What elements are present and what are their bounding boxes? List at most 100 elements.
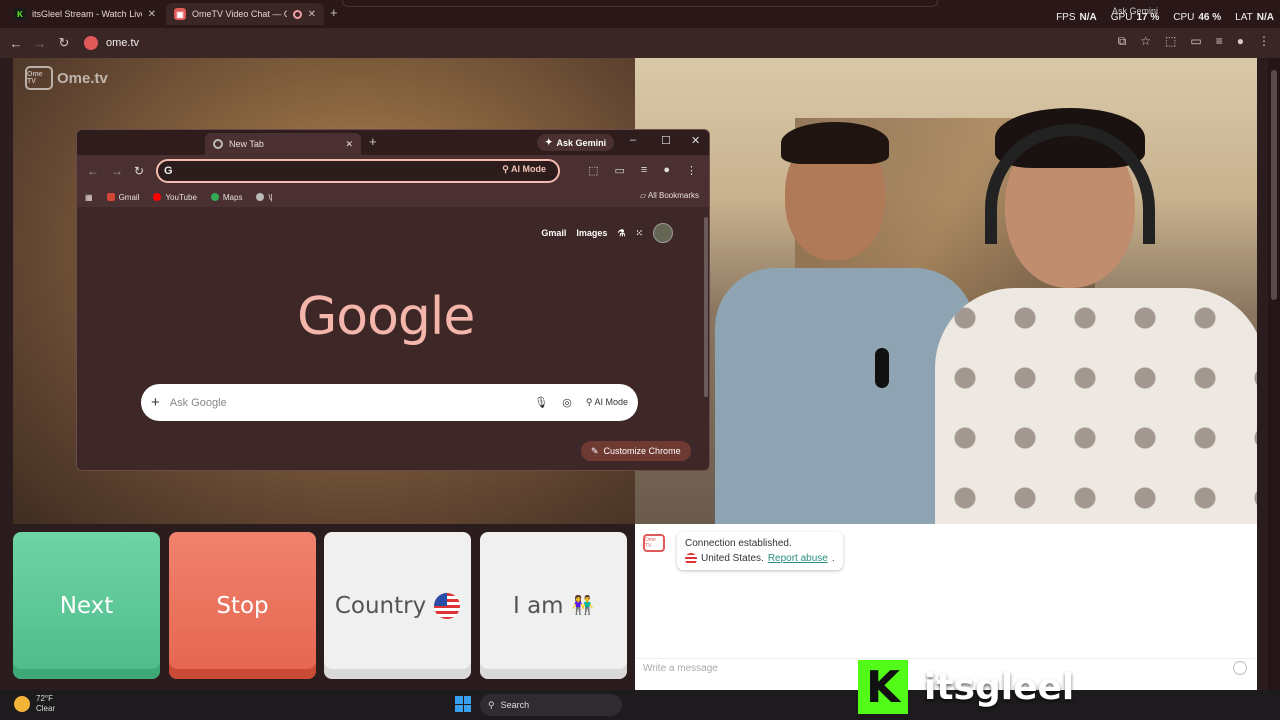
tab-ometv[interactable]: ▣ OmeTV Video Chat — Ome ✕ [166, 3, 324, 25]
page-scroll-thumb[interactable] [1271, 70, 1277, 300]
ometv-chat-icon: Ome TV [643, 534, 665, 552]
media-icon[interactable]: ≡ [1216, 34, 1223, 49]
reload-icon[interactable]: ↻ [134, 164, 144, 178]
all-bookmarks-button[interactable]: ▱ All Bookmarks [640, 191, 699, 200]
images-link[interactable]: Images [576, 228, 607, 238]
overlay-tabstrip: New Tab ✕ + ✦ Ask Gemini – ☐ ✕ [77, 130, 709, 155]
google-apps-icon[interactable]: ⁙ [635, 228, 643, 239]
gmail-link[interactable]: Gmail [541, 228, 566, 238]
overlay-omnibox[interactable]: G ⚲ AI Mode [156, 159, 560, 183]
microphone-icon[interactable]: 🎙 [534, 396, 548, 409]
fps-stat: FPS N/A [1056, 12, 1097, 23]
kick-logo-icon: K [858, 660, 908, 714]
sidepanel-icon[interactable]: ▭ [1190, 34, 1201, 49]
close-tab-icon[interactable]: ✕ [345, 139, 353, 150]
weather-sun-icon [14, 696, 30, 712]
search-icon: ⚲ [488, 699, 495, 710]
emoji-icon[interactable] [1233, 661, 1247, 675]
windows-start-icon[interactable] [455, 696, 471, 712]
back-icon[interactable]: ← [87, 164, 99, 178]
close-tab-icon[interactable]: ✕ [308, 9, 316, 20]
tab-itsgleel-stream[interactable]: K itsGleel Stream - Watch Live on ✕ [6, 3, 164, 25]
site-info-icon[interactable] [84, 36, 98, 50]
forward-icon[interactable]: → [111, 164, 123, 178]
next-button[interactable]: Next [13, 532, 160, 679]
gemini-icon: ✦ [545, 137, 553, 147]
microphone [875, 348, 889, 388]
bookmark-gmail[interactable]: Gmail [106, 193, 139, 202]
overlay-scroll-thumb[interactable] [704, 217, 708, 397]
taskbar-search[interactable]: ⚲ Search [480, 694, 622, 716]
streamer-name: itsgleel [924, 666, 1075, 708]
overlay-tab-newtab[interactable]: New Tab ✕ [205, 133, 361, 155]
google-search-box[interactable]: + Ask Google 🎙 ◎ ⚲ AI Mode [141, 384, 638, 421]
omnibox-ai-mode-button[interactable]: ⚲ AI Mode [496, 164, 552, 179]
tab-title: OmeTV Video Chat — Ome [192, 9, 287, 19]
new-tab-page: Gmail Images ⚗ ⁙ Google + Ask Google 🎙 ◎… [77, 207, 703, 470]
gender-button[interactable]: I am 👫 [480, 532, 627, 679]
apps-grid-icon[interactable]: ▦ [85, 193, 93, 202]
menu-icon[interactable]: ⋮ [1258, 34, 1270, 49]
country-button[interactable]: Country [324, 532, 471, 679]
extensions-icon[interactable]: ⬚ [1165, 34, 1176, 49]
us-flag-icon [685, 552, 697, 565]
profile-icon[interactable]: ● [663, 164, 670, 177]
sparkle-search-icon: ⚲ [502, 164, 511, 174]
new-tab-button[interactable]: + [330, 5, 338, 20]
windows-taskbar: 72°F Clear ⚲ Search [0, 690, 1280, 720]
tab-search-hint [342, 0, 938, 7]
bookmark-maps[interactable]: Maps [210, 193, 242, 202]
minimize-icon[interactable]: – [630, 134, 636, 146]
ask-gemini-button[interactable]: ✦ Ask Gemini [537, 134, 615, 151]
bookmark-youtube[interactable]: YouTube [153, 193, 197, 202]
reload-icon[interactable]: ↻ [52, 35, 76, 51]
maps-pin-icon [210, 193, 219, 201]
google-g-icon: G [164, 165, 173, 177]
overlay-tab-title: New Tab [229, 139, 264, 149]
close-tab-icon[interactable]: ✕ [148, 9, 156, 20]
google-icon [256, 193, 265, 201]
streamer-watermark: K itsgleel [858, 660, 1074, 714]
search-ai-mode-button[interactable]: ⚲ AI Mode [586, 397, 628, 408]
labs-flask-icon[interactable]: ⚗ [617, 228, 625, 239]
ometv-logo[interactable]: Ome TV Ome.tv [25, 66, 108, 90]
browser-toolbar: ← → ↻ ome.tv ⧉ ☆ ⬚ ▭ ≡ ● ⋮ [0, 28, 1280, 58]
perf-overlay: FPS N/A GPU 17 % CPU 46 % LAT N/A [1056, 12, 1274, 23]
folder-icon: ▱ [639, 191, 648, 200]
plus-icon[interactable]: + [151, 394, 160, 411]
overlay-scrollbar[interactable] [703, 207, 709, 470]
temperature: 72°F [36, 694, 53, 703]
install-icon[interactable]: ⧉ [1118, 34, 1127, 49]
bookmark-google[interactable]: \| [256, 193, 273, 202]
overlay-new-tab-button[interactable]: + [369, 134, 377, 149]
media-icon[interactable]: ≡ [641, 164, 647, 177]
system-message: Connection established. United States. R… [677, 532, 843, 570]
shirt-pattern [935, 288, 1257, 524]
overlay-browser-window[interactable]: New Tab ✕ + ✦ Ask Gemini – ☐ ✕ ← → ↻ G ⚲… [76, 129, 710, 471]
profile-icon[interactable]: ● [1237, 34, 1244, 49]
tab-title: itsGleel Stream - Watch Live on [32, 9, 142, 19]
page-scrollbar[interactable] [1268, 58, 1280, 690]
us-flag-icon [434, 592, 461, 619]
close-window-icon[interactable]: ✕ [691, 134, 700, 147]
menu-icon[interactable]: ⋮ [686, 164, 697, 177]
kick-icon: K [14, 8, 26, 20]
maximize-icon[interactable]: ☐ [661, 134, 671, 147]
weather-widget[interactable]: 72°F Clear [14, 694, 55, 714]
account-avatar[interactable] [653, 223, 673, 243]
address-bar[interactable]: ome.tv [80, 32, 1078, 54]
chrome-icon [213, 139, 223, 149]
extensions-icon[interactable]: ⬚ [588, 164, 598, 177]
bookmark-star-icon[interactable]: ☆ [1140, 34, 1151, 49]
stop-button[interactable]: Stop [169, 532, 316, 679]
back-icon[interactable]: ← [4, 36, 28, 51]
person-left-hair [781, 122, 889, 164]
report-abuse-link[interactable]: Report abuse [768, 551, 828, 566]
lens-camera-icon[interactable]: ◎ [562, 396, 572, 409]
forward-icon[interactable]: → [28, 36, 52, 51]
weather-condition: Clear [36, 704, 56, 713]
customize-chrome-button[interactable]: ✎ Customize Chrome [581, 441, 691, 461]
search-placeholder[interactable]: Ask Google [170, 397, 521, 409]
person-right [935, 88, 1257, 524]
sidepanel-icon[interactable]: ▭ [615, 164, 625, 177]
